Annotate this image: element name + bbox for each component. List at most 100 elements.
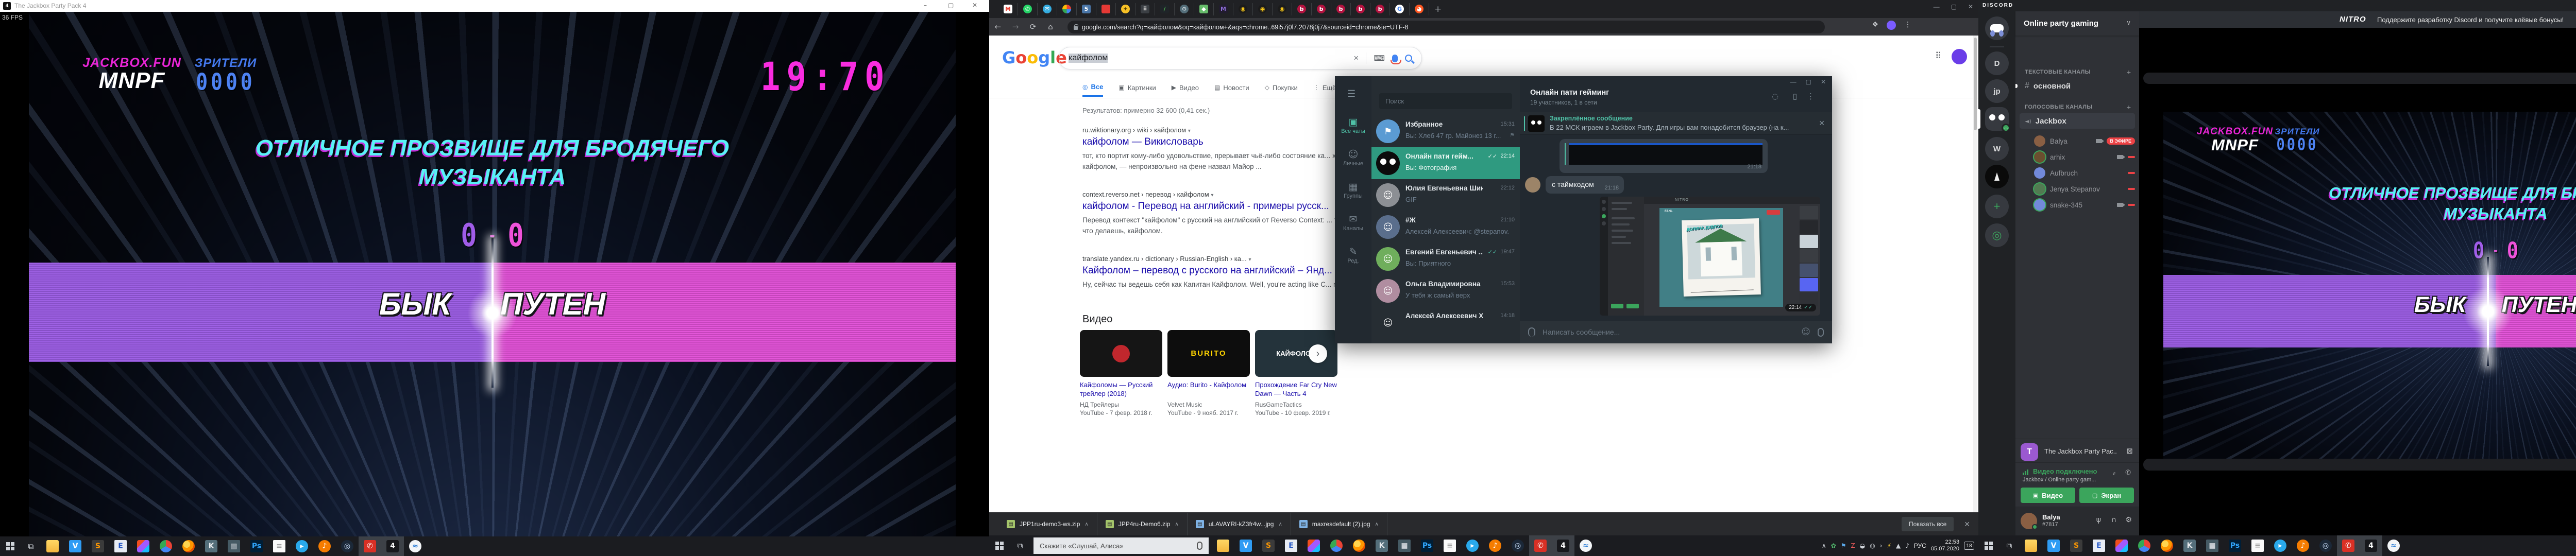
- taskbar-app[interactable]: [177, 536, 200, 556]
- telegram-minimize-button[interactable]: —: [1790, 78, 1797, 85]
- chrome-close-button[interactable]: ✕: [1968, 3, 1973, 10]
- screen-share-button[interactable]: ▢Экран: [2079, 488, 2134, 503]
- result-tab[interactable]: ▤ Новости: [1214, 83, 1249, 97]
- pinned-tab[interactable]: ✉: [1038, 3, 1057, 15]
- voice-user[interactable]: snake-345: [2034, 198, 2135, 212]
- taskbar-app[interactable]: ▸: [291, 536, 313, 556]
- taskbar-app[interactable]: [155, 536, 177, 556]
- tray-icon[interactable]: ◒: [1860, 542, 1865, 549]
- taskbar-app[interactable]: ◎: [2314, 535, 2337, 556]
- videos-scroll-chevron[interactable]: ›: [1309, 344, 1327, 363]
- download-chevron-icon[interactable]: ∧: [1084, 522, 1088, 527]
- voice-user[interactable]: Balya В ЭФИРЕ: [2034, 134, 2135, 148]
- task-view-button[interactable]: ⧉: [21, 536, 41, 556]
- forward-button[interactable]: →: [1007, 22, 1024, 31]
- tray-icon[interactable]: ›: [1880, 542, 1883, 549]
- mic-icon[interactable]: ψ: [2096, 516, 2101, 524]
- taskbar-app[interactable]: ▸: [2269, 535, 2292, 556]
- google-apps-icon[interactable]: ⠿: [1935, 51, 1941, 61]
- result-breadcrumb[interactable]: context.reverso.net › перевод › кайфолом…: [1082, 190, 1371, 198]
- video-button[interactable]: ▣Видео: [2021, 488, 2075, 503]
- menu-icon[interactable]: ☰: [1347, 89, 1355, 99]
- message-image[interactable]: 21:18: [1560, 139, 1768, 173]
- taskbar-app[interactable]: ♪: [2292, 535, 2314, 556]
- server-icon[interactable]: D: [1985, 51, 2009, 75]
- message-photo[interactable]: NITRO ДОЛИНА ДУДЛОВ FANL 22:14✓✓: [1600, 197, 1820, 316]
- taskbar-app[interactable]: ≈: [1574, 535, 1597, 556]
- tray-icon[interactable]: ◍: [1870, 542, 1875, 549]
- tray-icon[interactable]: ⚑: [1841, 542, 1846, 549]
- tray-icon[interactable]: ♪: [1905, 542, 1909, 549]
- server-icon[interactable]: W: [1985, 137, 2009, 161]
- taskbar-app[interactable]: [2020, 535, 2042, 556]
- url-bar[interactable]: google.com/search?q=кайфолом&oq=кайфолом…: [1067, 21, 1825, 33]
- pinned-tab[interactable]: ◆: [1194, 3, 1214, 15]
- server-header[interactable]: Online party gaming ∨: [2015, 11, 2139, 36]
- taskbar-app[interactable]: E: [1280, 535, 1302, 556]
- text-channels-section[interactable]: ТЕКСТОВЫЕ КАНАЛЫ: [2025, 69, 2091, 75]
- add-channel-icon[interactable]: +: [2127, 68, 2131, 76]
- download-item[interactable]: ▤ maxresdefault (2).jpg ∧: [1291, 513, 1387, 535]
- chat-list-item[interactable]: ☺ Юлия Евгеньевна Шикун... 22:12 GIF: [1371, 179, 1520, 211]
- chat-title[interactable]: Онлайн пати гейминг: [1530, 89, 1609, 97]
- pinned-tab[interactable]: ⠿: [1136, 3, 1155, 15]
- taskbar-app[interactable]: ✆: [359, 536, 381, 556]
- download-chevron-icon[interactable]: ∧: [1175, 522, 1178, 527]
- pinned-tab[interactable]: ◕: [1410, 3, 1429, 15]
- chrome-minimize-button[interactable]: —: [1934, 3, 1940, 10]
- search-box[interactable]: кайфолом × ⌨: [1059, 47, 1422, 70]
- taskbar-app[interactable]: [1325, 535, 1348, 556]
- new-tab-button[interactable]: +: [1434, 4, 1442, 14]
- result-tab[interactable]: ▣ Картинки: [1118, 83, 1156, 97]
- taskbar-app[interactable]: V: [1234, 535, 1257, 556]
- result-tab[interactable]: ▶ Видео: [1172, 83, 1199, 97]
- video-card[interactable]: BURITO Аудио: Burito - Кайфолом Velvet M…: [1167, 330, 1250, 416]
- pinned-tab[interactable]: ◉: [1233, 3, 1253, 15]
- taskbar-app[interactable]: [41, 536, 64, 556]
- pinned-tab[interactable]: 5: [1077, 3, 1096, 15]
- voice-channel-jackbox[interactable]: ◄) Jackbox: [2020, 113, 2135, 129]
- clear-search-icon[interactable]: ×: [1353, 53, 1359, 63]
- alice-search-box[interactable]: Скажите «Слушай, Алиса»: [1033, 537, 1209, 554]
- pinned-tab[interactable]: [1057, 3, 1077, 15]
- result-title[interactable]: кайфолом - Перевод на английский - приме…: [1082, 201, 1371, 212]
- download-item[interactable]: ▤ uLAVAYRI-kZ3fr4w...jpg ∧: [1188, 513, 1291, 535]
- add-server-button[interactable]: +: [1985, 195, 2009, 218]
- taskbar-app[interactable]: 4: [1552, 535, 1574, 556]
- discord-home-button[interactable]: [1985, 16, 2009, 40]
- soundboard-icon[interactable]: ⸗: [2113, 469, 2115, 477]
- taskbar-app[interactable]: ▦: [2201, 535, 2224, 556]
- chat-list-item[interactable]: ☺ #Ж 21:10 Алексей Алексеевич: @stepanov…: [1371, 211, 1520, 243]
- taskbar-app[interactable]: S: [87, 536, 109, 556]
- back-button[interactable]: ←: [989, 22, 1007, 31]
- taskbar-app[interactable]: V: [2042, 535, 2065, 556]
- chat-menu-icon[interactable]: ⋮: [1807, 92, 1815, 101]
- video-card[interactable]: КАЙФОЛОМ Прохождение Far Cry New Dawn — …: [1255, 330, 1337, 416]
- taskbar-app[interactable]: ▸: [1461, 535, 1484, 556]
- taskbar-app[interactable]: ✆: [2337, 535, 2360, 556]
- channel-основной[interactable]: # основной: [2020, 78, 2135, 94]
- result-tab[interactable]: ⋮ Ещё: [1313, 83, 1336, 97]
- attach-icon[interactable]: [1528, 327, 1535, 337]
- chat-list-item[interactable]: ☺ Евгений Евгеньевич ... ✓✓ 19:47 Вы: Пр…: [1371, 243, 1520, 275]
- download-chevron-icon[interactable]: ∧: [1375, 522, 1379, 527]
- stream-video[interactable]: JACKBOX.FUN MNPF ЗРИТЕЛИ 0000 19:22 ОТЛИ…: [2163, 112, 2576, 464]
- pinned-tab[interactable]: /: [1155, 3, 1175, 15]
- telegram-search-input[interactable]: Поиск: [1379, 93, 1512, 109]
- taskbar-app[interactable]: Ps: [245, 536, 268, 556]
- server-icon[interactable]: [1985, 165, 2009, 188]
- pinned-tab[interactable]: b: [1292, 3, 1312, 15]
- video-title[interactable]: Кайфоломы — Русский трейлер (2018): [1080, 380, 1162, 398]
- message-input-bar[interactable]: Написать сообщение... ☺: [1520, 321, 1832, 343]
- page-scrollbar[interactable]: [1973, 36, 1977, 512]
- taskbar-app[interactable]: [2110, 535, 2133, 556]
- pinned-tab[interactable]: ✦: [1116, 3, 1136, 15]
- chat-list-item[interactable]: ☺ Ольга Владимировна Ко... 15:53 У тебя …: [1371, 275, 1520, 307]
- pinned-tab[interactable]: ◉: [1253, 3, 1273, 15]
- pinned-tab[interactable]: b: [1370, 3, 1390, 15]
- taskbar-app[interactable]: 4: [2360, 535, 2382, 556]
- video-card[interactable]: Кайфоломы — Русский трейлер (2018) НД Тр…: [1080, 330, 1162, 416]
- close-button[interactable]: ✕: [972, 2, 977, 9]
- taskbar-app[interactable]: [1348, 535, 1370, 556]
- telegram-close-button[interactable]: ✕: [1821, 78, 1826, 85]
